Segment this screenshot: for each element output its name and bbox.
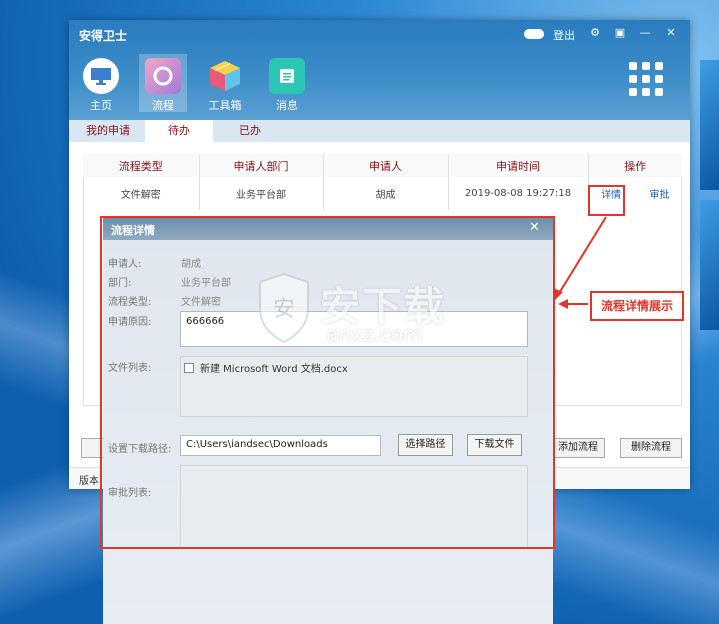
- col-applicant-header: 申请人: [323, 154, 449, 177]
- nav-process[interactable]: 流程: [139, 54, 187, 112]
- nav-process-label: 流程: [152, 99, 174, 112]
- cell-applicant: 胡成: [323, 177, 449, 210]
- app-grid-icon[interactable]: [629, 62, 663, 96]
- col-dept-header: 申请人部门: [199, 154, 324, 177]
- tab-done[interactable]: 已办: [219, 120, 281, 142]
- cell-time: 2019-08-08 19:27:18: [448, 177, 589, 210]
- nav-toolbox-label: 工具箱: [208, 99, 242, 112]
- annotation-dialog-box: [100, 216, 555, 549]
- app-title: 安得卫士: [79, 29, 128, 43]
- cube-icon: [207, 58, 243, 94]
- add-process-button[interactable]: 添加流程: [551, 438, 605, 458]
- settings-icon[interactable]: ⚙: [587, 26, 603, 39]
- cell-type: 文件解密: [83, 177, 200, 210]
- message-icon: [269, 58, 305, 94]
- tabs-bar: 我的申请 待办 已办: [69, 120, 690, 142]
- delete-process-button[interactable]: 删除流程: [620, 438, 682, 458]
- restore-icon[interactable]: ▣: [612, 26, 628, 39]
- logout-button[interactable]: 登出: [553, 27, 575, 43]
- table-header-row: 流程类型 申请人部门 申请人 申请时间 操作: [83, 154, 682, 177]
- annotation-detail-box: [588, 185, 625, 216]
- nav-message-label: 消息: [276, 99, 298, 112]
- col-action-header: 操作: [588, 154, 682, 177]
- tab-my-requests[interactable]: 我的申请: [77, 120, 139, 142]
- nav-toolbox[interactable]: 工具箱: [201, 58, 249, 113]
- nav-home-label: 主页: [90, 99, 112, 112]
- annotation-callout: 流程详情展示: [590, 291, 684, 321]
- windows-logo-pane: [700, 200, 719, 330]
- col-time-header: 申请时间: [448, 154, 589, 177]
- close-button[interactable]: ✕: [663, 26, 679, 39]
- cell-dept: 业务平台部: [199, 177, 324, 210]
- col-type-header: 流程类型: [83, 154, 200, 177]
- process-icon: [145, 58, 181, 94]
- nav-home[interactable]: 主页: [77, 58, 125, 113]
- user-avatar[interactable]: [524, 29, 544, 39]
- app-header: 安得卫士 登出 ⚙ ▣ — ✕ 主页 流程 工具箱 消息: [69, 20, 690, 120]
- minimize-button[interactable]: —: [637, 26, 653, 39]
- version-label: 版本: [79, 476, 99, 487]
- nav-message[interactable]: 消息: [263, 58, 311, 113]
- approve-link[interactable]: 审批: [649, 190, 669, 201]
- monitor-icon: [83, 58, 119, 94]
- windows-logo-pane: [700, 60, 719, 190]
- tab-pending[interactable]: 待办: [145, 120, 213, 142]
